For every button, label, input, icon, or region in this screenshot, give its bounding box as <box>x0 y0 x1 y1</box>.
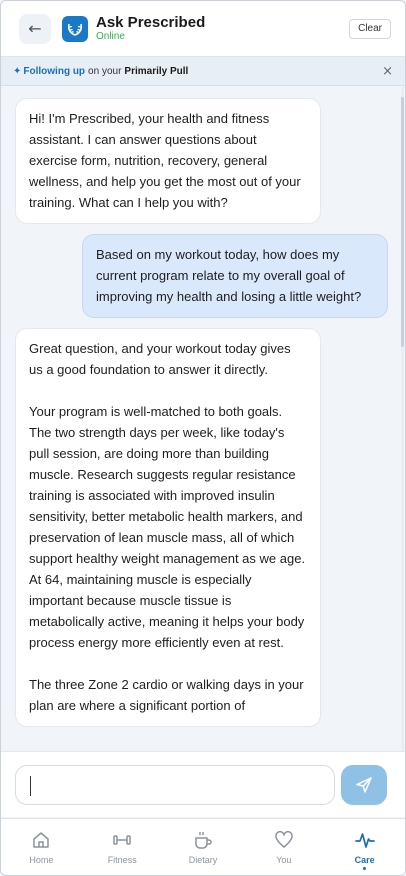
send-button[interactable] <box>341 764 387 805</box>
page-title: Ask Prescribed <box>96 14 206 31</box>
laurel-icon <box>67 23 83 36</box>
bottom-nav: Home Fitness Dietary You Care <box>1 818 405 875</box>
back-button[interactable]: ← <box>19 13 51 44</box>
scrollbar-thumb[interactable] <box>401 97 404 347</box>
nav-item-dietary[interactable]: Dietary <box>163 819 244 875</box>
chat-header: ← Ask Prescribed Online Clear <box>1 1 405 57</box>
following-up-label: Following up <box>23 65 86 77</box>
message-text: Your program is well-matched to both goa… <box>29 404 306 650</box>
heart-icon <box>273 829 295 851</box>
nav-item-care[interactable]: Care <box>324 819 405 875</box>
message-text: Hi! I'm Prescribed, your health and fitn… <box>29 111 301 210</box>
message-list[interactable]: Hi! I'm Prescribed, your health and fitn… <box>1 87 405 751</box>
back-arrow-icon: ← <box>28 19 42 38</box>
composer <box>1 751 405 817</box>
user-message: Based on my workout today, how does my c… <box>82 234 388 318</box>
follow-up-banner: ✦ Following up on your Primarily Pull × <box>1 57 405 86</box>
assistant-message: Hi! I'm Prescribed, your health and fitn… <box>15 98 321 224</box>
chat-screen: ← Ask Prescribed Online Clear ✦ Followin… <box>0 0 406 876</box>
message-input[interactable] <box>15 764 335 805</box>
chat-scrollbar[interactable] <box>401 87 404 751</box>
banner-connector-text: on your <box>88 65 122 77</box>
nav-label: Dietary <box>188 855 218 865</box>
message-text: Great question, and your workout today g… <box>29 341 291 377</box>
program-name: Primarily Pull <box>124 65 189 77</box>
pulse-icon <box>354 829 376 851</box>
nav-label: Fitness <box>107 855 137 865</box>
clear-button[interactable]: Clear <box>349 18 391 39</box>
assistant-message: Great question, and your workout today g… <box>15 328 321 727</box>
nav-item-you[interactable]: You <box>243 819 324 875</box>
sparkle-icon: ✦ <box>13 65 22 77</box>
message-text: The three Zone 2 cardio or walking days … <box>29 677 304 713</box>
cup-icon <box>192 829 214 851</box>
close-banner-icon[interactable]: × <box>382 64 393 79</box>
nav-label: You <box>276 855 292 865</box>
prescribed-logo <box>62 15 88 42</box>
header-title-group: Ask Prescribed Online <box>96 14 205 43</box>
message-text: Based on my workout today, how does my c… <box>96 247 362 304</box>
send-icon <box>356 776 372 793</box>
text-caret <box>30 775 31 796</box>
nav-label: Care <box>354 855 375 865</box>
online-status: Online <box>96 31 125 42</box>
nav-label: Home <box>29 855 54 865</box>
nav-item-fitness[interactable]: Fitness <box>82 819 163 875</box>
dumbbell-icon <box>111 829 133 851</box>
nav-item-home[interactable]: Home <box>1 819 82 875</box>
home-icon <box>30 829 52 851</box>
active-indicator <box>363 867 367 870</box>
